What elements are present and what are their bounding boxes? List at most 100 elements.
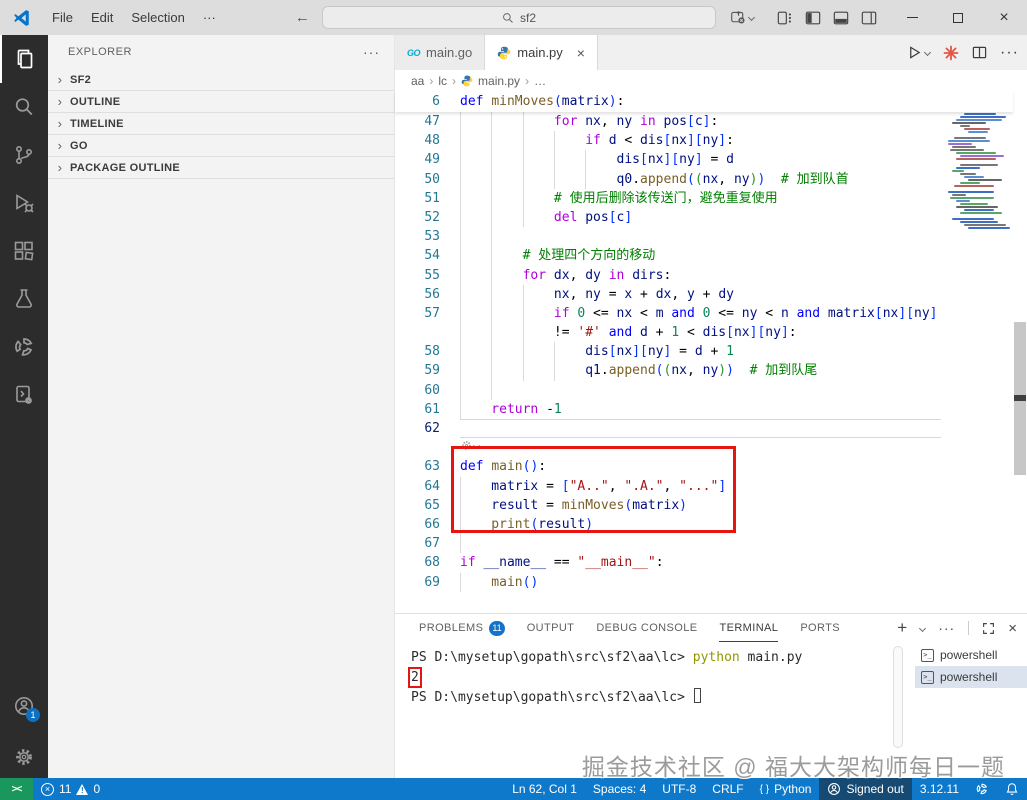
chevron-right-icon: › xyxy=(57,116,63,131)
toggle-panel-icon[interactable] xyxy=(833,10,849,26)
panel-more-actions[interactable]: ··· xyxy=(938,620,955,636)
panel-tab-problems[interactable]: PROBLEMS 11 xyxy=(419,614,505,642)
run-python-button[interactable] xyxy=(907,45,932,60)
problems-status[interactable]: × 11 ! 0 xyxy=(33,778,108,800)
remote-indicator[interactable]: >< xyxy=(0,778,33,800)
breadcrumb-item[interactable]: lc xyxy=(438,74,447,88)
breadcrumb-item[interactable]: main.py xyxy=(478,74,520,88)
customize-layout-icon[interactable] xyxy=(777,10,793,26)
code-line-47[interactable]: 47 for nx, ny in pos[c]: xyxy=(395,112,948,132)
terminal-line: PS D:\mysetup\gopath\src\sf2\aa\lc> xyxy=(411,688,802,708)
line-number: 56 xyxy=(424,286,440,302)
code-line-54[interactable]: 54 # 处理四个方向的移动 xyxy=(395,246,948,266)
menu-overflow[interactable]: ··· xyxy=(194,0,225,35)
maximize-button[interactable] xyxy=(935,0,981,35)
menu-selection[interactable]: Selection xyxy=(122,0,193,35)
panel-tab-ports[interactable]: PORTS xyxy=(800,614,840,642)
minimize-button[interactable] xyxy=(889,0,935,35)
activity-extension-runner[interactable] xyxy=(0,371,48,419)
section-label: PACKAGE OUTLINE xyxy=(70,161,181,174)
sidebar-section-sf2[interactable]: › SF2 xyxy=(48,69,394,91)
sidebar-more-actions[interactable]: ··· xyxy=(363,44,380,60)
toggle-sidebar-icon[interactable] xyxy=(805,10,821,26)
terminal-output[interactable]: PS D:\mysetup\gopath\src\sf2\aa\lc> pyth… xyxy=(408,648,802,708)
minimap[interactable] xyxy=(948,92,1010,242)
vscode-window: File Edit Selection ··· ← → sf2 × xyxy=(0,0,1027,800)
breadcrumb[interactable]: aa › lc › main.py › … xyxy=(395,70,1027,92)
breadcrumb-item[interactable]: aa xyxy=(411,74,424,88)
code-line-67[interactable]: 67 xyxy=(395,534,948,554)
breadcrumb-item[interactable]: … xyxy=(534,74,546,88)
settings-button[interactable] xyxy=(0,736,48,778)
code-line-51[interactable]: 51 # 使用后删除该传送门，避免重复使用 xyxy=(395,188,948,208)
sidebar-section-outline[interactable]: › OUTLINE xyxy=(48,91,394,113)
code-line-56[interactable]: 56 nx, ny = x + dx, y + dy xyxy=(395,284,948,304)
toggle-secondary-sidebar-icon[interactable] xyxy=(861,10,877,26)
editor-more-actions[interactable]: ··· xyxy=(1000,44,1019,62)
sidebar-section-go[interactable]: › GO xyxy=(48,135,394,157)
sidebar-section-package-outline[interactable]: › PACKAGE OUTLINE xyxy=(48,157,394,179)
code-line-59[interactable]: 59 q1.append((nx, ny)) # 加到队尾 xyxy=(395,361,948,381)
code-line-68[interactable]: 68 if __name__ == "__main__": xyxy=(395,553,948,572)
code-line-49[interactable]: 49 dis[nx][ny] = d xyxy=(395,150,948,170)
code-line-52[interactable]: 52 del pos[c] xyxy=(395,207,948,228)
indent-guide xyxy=(460,227,461,247)
activity-run-debug[interactable] xyxy=(0,179,48,227)
code-line-62[interactable]: 62 xyxy=(395,419,948,439)
code-text: return -1 xyxy=(491,401,562,417)
tab-main-py[interactable]: main.py × xyxy=(485,35,598,70)
sticky-line-number: 6 xyxy=(432,94,440,109)
command-center-search[interactable]: sf2 xyxy=(322,6,716,29)
activity-testing[interactable] xyxy=(0,275,48,323)
activity-explorer[interactable] xyxy=(0,35,48,83)
close-tab-icon[interactable]: × xyxy=(577,45,585,61)
pinwheel-icon xyxy=(15,338,33,356)
editor-scrollbar[interactable] xyxy=(1013,92,1027,613)
sidebar-title: EXPLORER xyxy=(68,46,132,58)
launch-profile-button[interactable] xyxy=(730,0,756,35)
accounts-button[interactable]: 1 xyxy=(0,682,48,730)
panel-tab-output[interactable]: OUTPUT xyxy=(527,614,575,642)
code-editor[interactable]: 6 def minMoves(matrix): 47 for nx, ny in … xyxy=(395,92,1027,613)
code-line-55[interactable]: 55 for dx, dy in dirs: xyxy=(395,265,948,285)
split-editor-icon[interactable] xyxy=(972,45,987,60)
minimap-line xyxy=(950,149,984,151)
code-text: nx, ny = x + dx, y + dy xyxy=(553,286,734,302)
activity-extension-pinwheel[interactable] xyxy=(0,323,48,371)
minimap-line xyxy=(948,143,972,145)
tab-main-go[interactable]: GO main.go xyxy=(395,35,486,70)
panel-tab-debug-console[interactable]: DEBUG CONSOLE xyxy=(596,614,697,642)
new-terminal-button[interactable]: + xyxy=(897,618,907,638)
code-line-58[interactable]: 58 dis[nx][ny] = d + 1 xyxy=(395,342,948,362)
chevron-down-icon[interactable] xyxy=(919,624,927,632)
code-line-60[interactable]: 60 xyxy=(395,380,948,400)
close-button[interactable]: × xyxy=(981,0,1027,35)
menu-edit[interactable]: Edit xyxy=(82,0,122,35)
python-file-icon xyxy=(498,46,511,59)
code-line-61[interactable]: 61 return -1 xyxy=(395,399,948,419)
terminal-scrollbar[interactable] xyxy=(893,646,903,748)
activity-search[interactable] xyxy=(0,83,48,131)
panel-tab-terminal[interactable]: TERMINAL xyxy=(719,614,779,642)
code-line-50[interactable]: 50 q0.append((nx, ny)) # 加到队首 xyxy=(395,169,948,189)
cursor-position[interactable]: Ln 62, Col 1 xyxy=(504,778,585,800)
back-arrow-icon[interactable]: ← xyxy=(287,9,318,26)
activity-extensions[interactable] xyxy=(0,227,48,275)
code-line-48[interactable]: 48 if d < dis[nx][ny]: xyxy=(395,131,948,151)
maximize-panel-icon[interactable] xyxy=(982,622,995,635)
activity-source-control[interactable] xyxy=(0,131,48,179)
code-line-57[interactable]: 57 if 0 <= nx < m and 0 <= ny < n and mat… xyxy=(395,303,948,324)
sticky-scroll-line[interactable]: 6 def minMoves(matrix): xyxy=(395,92,1013,112)
terminal-instance-powershell[interactable]: >_ powershell xyxy=(915,666,1027,688)
code-line-wrap[interactable]: != '#' and d + 1 < dis[nx][ny]: xyxy=(395,323,948,343)
code-line-69[interactable]: 69 main() xyxy=(395,572,948,592)
extension-starburst-icon[interactable] xyxy=(943,45,959,61)
code-line-53[interactable]: 53 xyxy=(395,227,948,247)
terminal-instance-powershell[interactable]: >_ powershell xyxy=(915,644,1027,666)
sidebar-section-timeline[interactable]: › TIMELINE xyxy=(48,113,394,135)
line-number: 67 xyxy=(424,536,440,552)
menu-file[interactable]: File xyxy=(43,0,82,35)
close-panel-icon[interactable]: × xyxy=(1008,620,1017,637)
gear-icon xyxy=(16,749,32,765)
indent-guide xyxy=(522,150,524,170)
